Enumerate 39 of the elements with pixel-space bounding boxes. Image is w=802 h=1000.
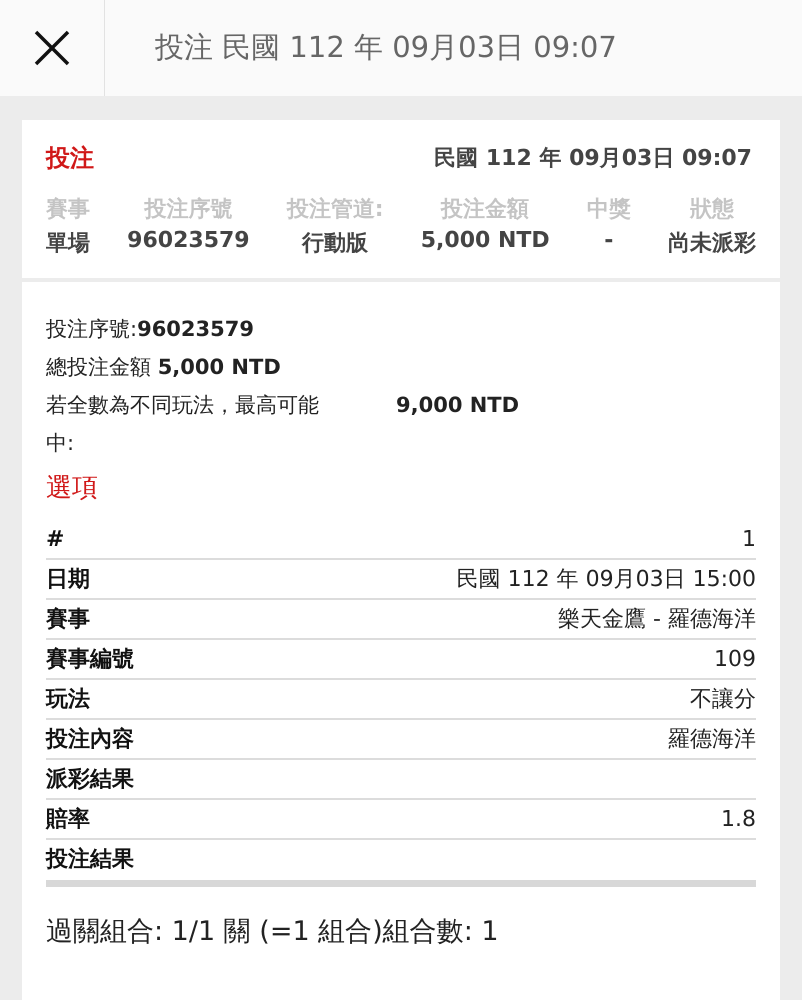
row-value: 1.8 (721, 806, 756, 832)
row-label: 賽事編號 (46, 646, 134, 674)
row-label: # (46, 526, 64, 552)
close-icon (34, 30, 70, 66)
row-label: 賽事 (46, 606, 90, 634)
row-value: 1 (742, 526, 756, 552)
row-value: 民國 112 年 09月03日 15:00 (456, 566, 756, 594)
serial-line: 投注序號:96023579 (46, 316, 255, 343)
row-label: 日期 (46, 566, 90, 594)
total-line: 總投注金額 5,000 NTD (46, 354, 282, 381)
section-heading: 投注 (46, 143, 94, 174)
row-label: 賠率 (46, 806, 90, 834)
column-header: 投注管道: (286, 196, 384, 224)
page-title: 投注 民國 112 年 09月03日 09:07 (154, 29, 617, 66)
row-label: 玩法 (46, 686, 90, 714)
max-payout-value: 9,000 NTD (396, 392, 520, 419)
row-value: 109 (714, 646, 756, 672)
row-label: 投注內容 (46, 726, 134, 754)
row-label: 投注結果 (46, 846, 134, 874)
column-header: 賽事 (46, 196, 90, 224)
max-payout-label: 若全數為不同玩法，最高可能中: (46, 392, 320, 457)
summary-value: 尚未派彩 (668, 230, 756, 258)
row-label: 派彩結果 (46, 766, 134, 794)
column-header: 中獎 (586, 196, 631, 224)
row-value: 不讓分 (690, 686, 756, 714)
column-header: 狀態 (690, 196, 734, 224)
bet-datetime: 民國 112 年 09月03日 09:07 (434, 145, 752, 173)
row-value: 樂天金鷹 - 羅德海洋 (558, 606, 756, 634)
options-heading: 選項 (46, 472, 99, 505)
column-header: 投注序號 (144, 196, 232, 224)
row-value: 羅德海洋 (668, 726, 756, 754)
summary-value: 96023579 (127, 228, 250, 255)
close-button[interactable] (34, 30, 70, 66)
column-header: 投注金額 (441, 196, 530, 224)
summary-value: 行動版 (302, 230, 368, 258)
summary-value: 單場 (46, 230, 90, 258)
summary-value: 5,000 NTD (420, 228, 550, 255)
combination-text: 過關組合: 1/1 關 (=1 組合)組合數: 1 (46, 915, 500, 949)
summary-value: - (604, 228, 614, 255)
